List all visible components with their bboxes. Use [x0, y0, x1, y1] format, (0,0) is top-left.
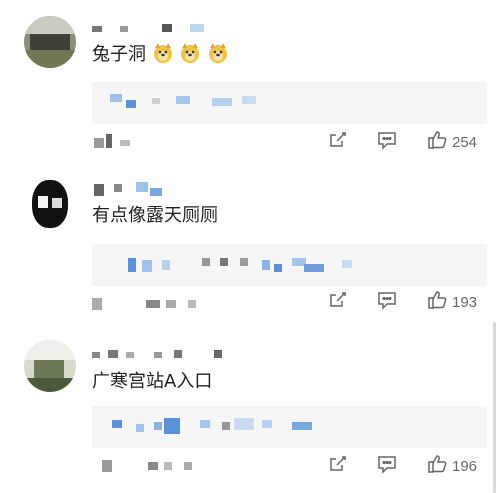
thumbs-up-icon[interactable] [426, 129, 448, 155]
like-count: 196 [452, 457, 478, 475]
avatar[interactable] [24, 16, 76, 68]
reply-preview-blurred[interactable] [92, 244, 487, 286]
share-icon[interactable] [328, 130, 348, 154]
avatar[interactable] [24, 178, 76, 230]
doge-emoji-icon [179, 42, 201, 71]
thumbs-up-icon[interactable] [426, 289, 448, 315]
action-bar: 193 [328, 288, 486, 316]
comment-text: 广寒宫站A入口 [92, 371, 213, 392]
thumbs-up-icon[interactable] [426, 453, 448, 479]
action-bar: 254 [328, 128, 486, 156]
comment-icon[interactable] [376, 130, 398, 154]
share-icon[interactable] [328, 290, 348, 314]
reply-preview-blurred[interactable] [92, 82, 487, 124]
like-count: 193 [452, 293, 478, 311]
scrollbar[interactable] [493, 322, 496, 493]
comment-icon[interactable] [376, 454, 398, 478]
like-count: 254 [452, 133, 478, 151]
reply-preview-blurred[interactable] [92, 406, 487, 448]
doge-emoji-icon [152, 42, 174, 71]
share-icon[interactable] [328, 454, 348, 478]
avatar[interactable] [24, 340, 76, 392]
comment-text: 有点像露天厕厕 [92, 205, 218, 226]
action-bar: 196 [328, 452, 486, 480]
comment-icon[interactable] [376, 290, 398, 314]
doge-emoji-icon [207, 42, 229, 71]
comment-text: 兔子洞 [92, 42, 229, 71]
